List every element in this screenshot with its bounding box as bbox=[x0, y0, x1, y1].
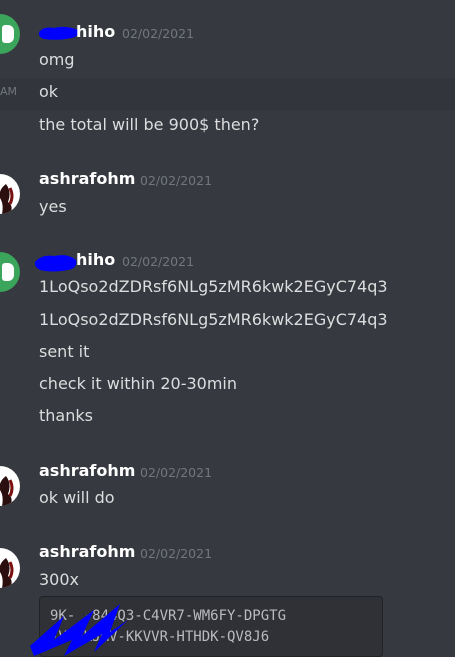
user-avatar[interactable] bbox=[0, 466, 20, 506]
message-hover-highlight bbox=[0, 78, 455, 110]
message-timestamp: 02/02/2021 bbox=[140, 173, 213, 188]
message-timestamp: 02/02/2021 bbox=[122, 26, 195, 41]
message-text: 1LoQso2dZDRsf6NLg5zMR6kwk2EGyC74q3 bbox=[39, 277, 388, 296]
author-name[interactable]: ashrafohm bbox=[39, 169, 135, 188]
hover-timestamp: AM bbox=[0, 85, 18, 98]
user-avatar[interactable] bbox=[0, 548, 20, 588]
author-name[interactable]: hiho bbox=[76, 250, 115, 269]
discord-logo-icon[interactable] bbox=[0, 14, 20, 54]
chat-messages: hiho 02/02/2021 omg AM ok the total will… bbox=[0, 0, 455, 657]
author-name[interactable]: ashrafohm bbox=[39, 542, 135, 561]
message-timestamp: 02/02/2021 bbox=[122, 254, 195, 269]
message-text: thanks bbox=[39, 406, 93, 425]
redaction-scribble bbox=[30, 604, 128, 656]
message-text: ok bbox=[39, 82, 59, 101]
message-text: 1LoQso2dZDRsf6NLg5zMR6kwk2EGyC74q3 bbox=[39, 310, 388, 329]
author-name[interactable]: hiho bbox=[76, 22, 115, 41]
message-text: ok will do bbox=[39, 488, 115, 507]
message-text: yes bbox=[39, 197, 67, 216]
message-text: check it within 20-30min bbox=[39, 374, 238, 393]
redaction-scribble bbox=[34, 255, 77, 272]
message-text: omg bbox=[39, 50, 75, 69]
user-avatar[interactable] bbox=[0, 174, 20, 214]
message-text: sent it bbox=[39, 342, 90, 361]
message-timestamp: 02/02/2021 bbox=[140, 465, 213, 480]
author-name[interactable]: ashrafohm bbox=[39, 461, 135, 480]
message-text: the total will be 900$ then? bbox=[39, 115, 260, 134]
discord-logo-icon[interactable] bbox=[0, 252, 20, 292]
message-text: 300x bbox=[39, 570, 80, 589]
message-timestamp: 02/02/2021 bbox=[140, 546, 213, 561]
